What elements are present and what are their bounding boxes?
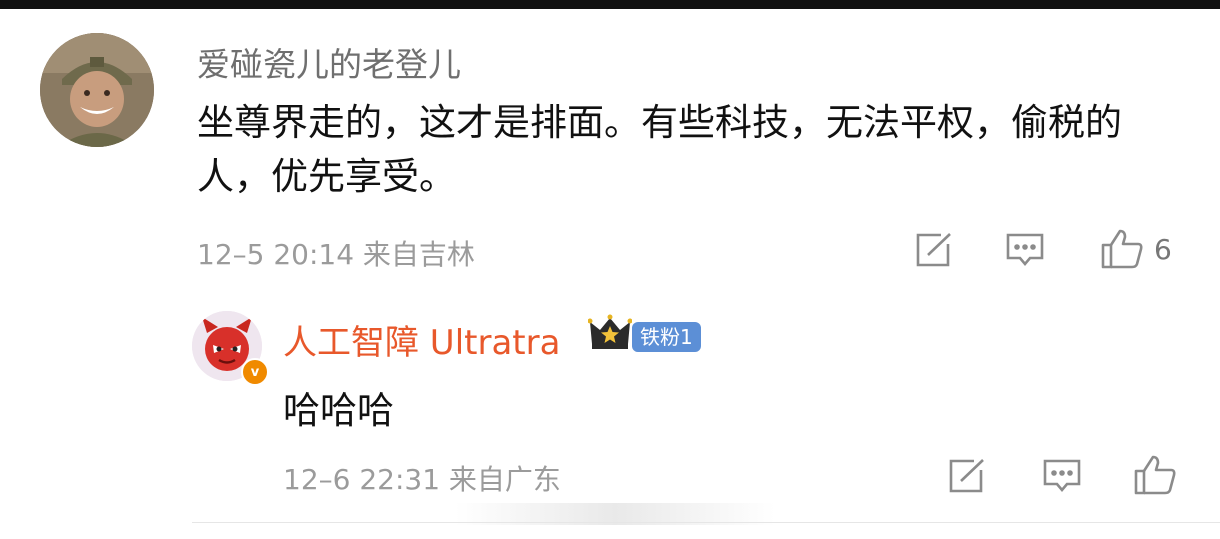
- like-icon: [1100, 228, 1144, 270]
- comment-text: 坐尊界走的，这才是排面。有些科技，无法平权，偷税的人，优先享受。: [197, 101, 1122, 198]
- divider: [192, 522, 1220, 523]
- commenter-name[interactable]: 爱碰瓷儿的老登儿: [197, 38, 461, 86]
- comment-icon: [1042, 458, 1082, 496]
- reply-button[interactable]: [1005, 232, 1045, 270]
- share-icon: [915, 232, 953, 268]
- like-icon: [1133, 454, 1177, 496]
- like-count: 6: [1154, 232, 1172, 266]
- commenter-avatar[interactable]: [40, 33, 154, 147]
- top-bar: [0, 0, 1220, 9]
- fan-badge[interactable]: 铁粉1: [632, 322, 701, 352]
- reply-author-name[interactable]: 人工智障 Ultratra: [283, 315, 560, 364]
- comment-meta: 12–5 20:14 来自吉林: [197, 238, 475, 271]
- reply-text: 哈哈哈: [283, 389, 394, 432]
- reply-like-button[interactable]: [1133, 454, 1177, 496]
- comment-icon: [1005, 232, 1045, 270]
- reply-share-button[interactable]: [948, 458, 986, 494]
- share-icon: [948, 458, 986, 494]
- crown-icon: [587, 314, 633, 356]
- like-button[interactable]: 6: [1100, 228, 1172, 270]
- reply-meta: 12–6 22:31 来自广东: [283, 463, 561, 496]
- share-button[interactable]: [915, 232, 953, 268]
- verified-icon: v: [241, 358, 269, 386]
- reply-reply-button[interactable]: [1042, 458, 1082, 496]
